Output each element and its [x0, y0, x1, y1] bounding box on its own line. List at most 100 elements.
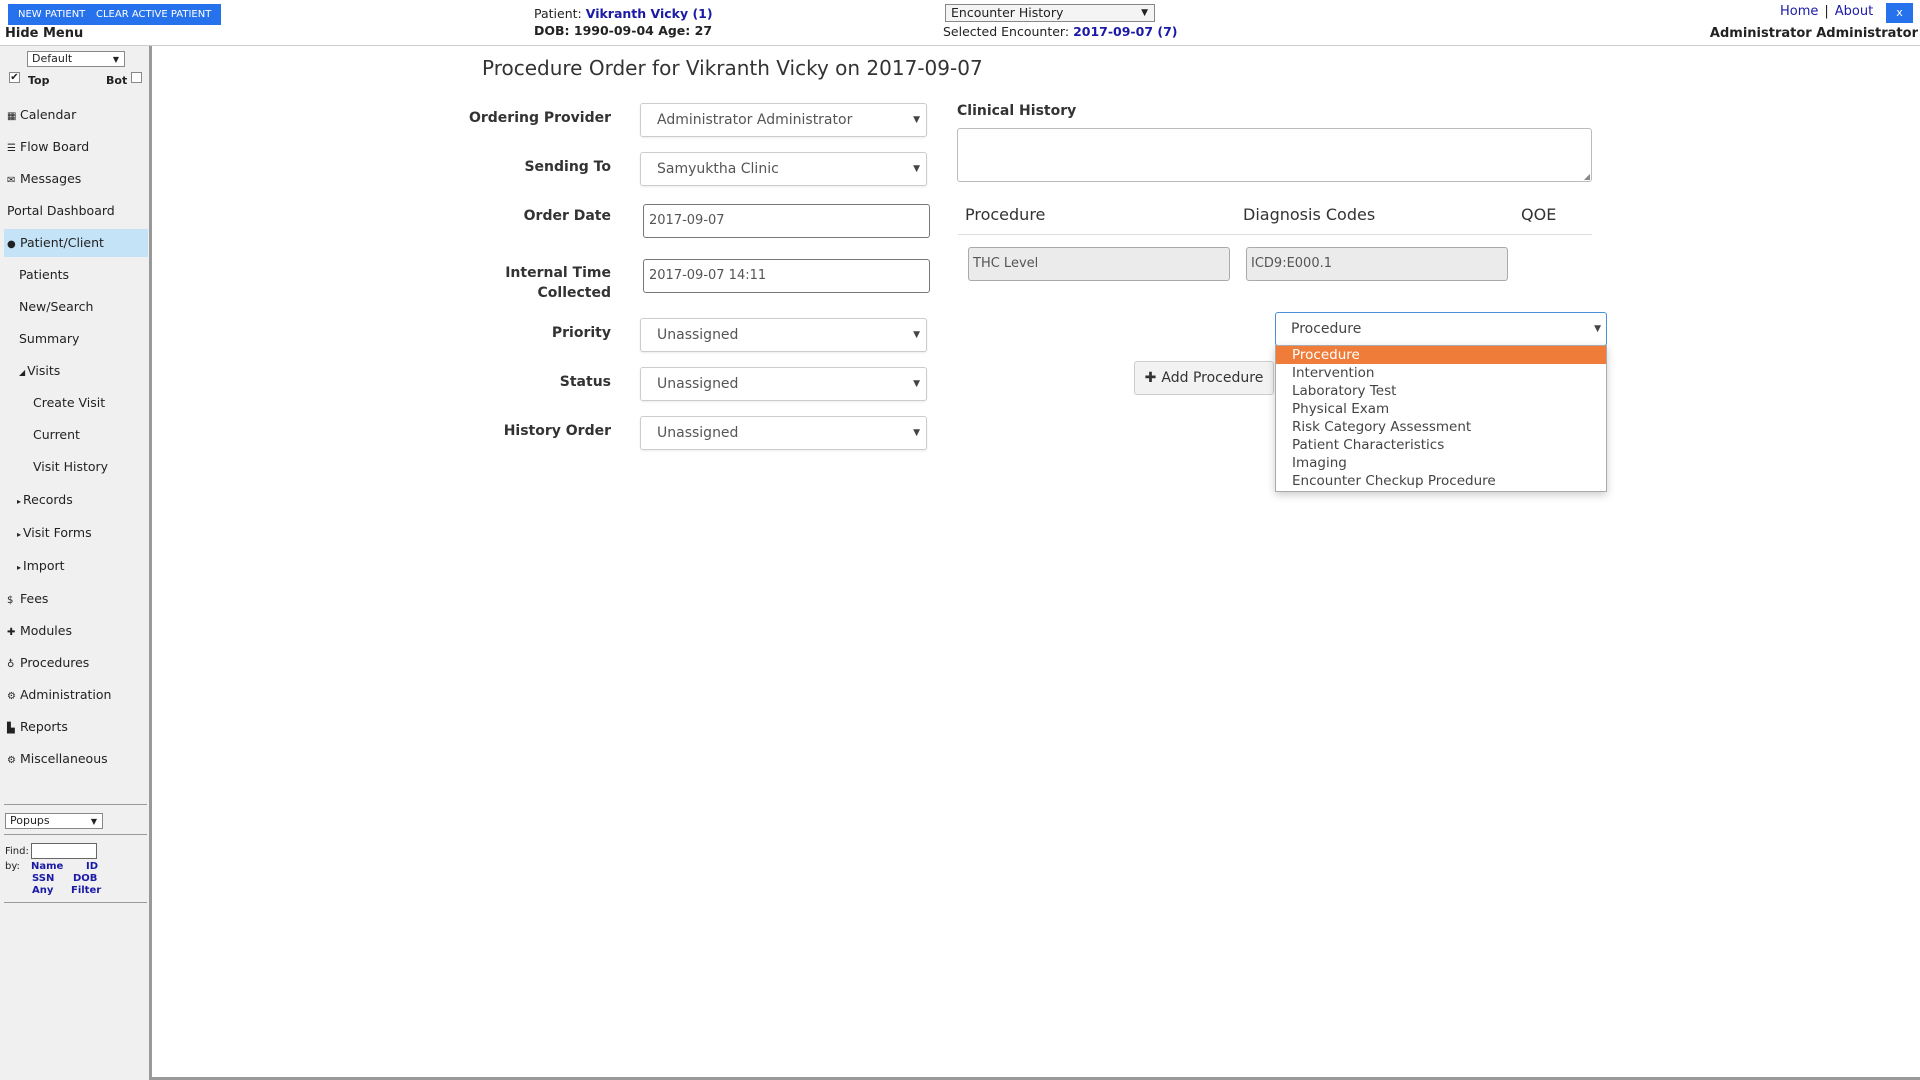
sidebar-item-import[interactable]: ▸ Import: [4, 552, 148, 580]
patient-name-link[interactable]: Vikranth Vicky (1): [586, 6, 713, 21]
diagnosis-codes-input[interactable]: ICD9:E000.1: [1246, 247, 1508, 281]
order-date-input[interactable]: 2017-09-07: [643, 204, 930, 238]
dropdown-option-intervention[interactable]: Intervention: [1276, 364, 1606, 382]
find-input[interactable]: [31, 843, 97, 859]
priority-value: Unassigned: [657, 327, 739, 343]
sidebar-item-reports[interactable]: ▙ Reports: [4, 713, 148, 741]
user-name: Administrator Administrator: [1709, 26, 1918, 41]
dropdown-option-physical-exam[interactable]: Physical Exam: [1276, 400, 1606, 418]
sidebar-item-messages[interactable]: ✉ Messages: [4, 165, 148, 193]
resize-grip-icon[interactable]: ◢: [1584, 172, 1590, 181]
popups-select[interactable]: Popups ▼: [5, 813, 103, 829]
bot-checkbox-label: Bot: [106, 74, 128, 87]
sidebar-item-label: Calendar: [20, 107, 77, 122]
menu-set-select[interactable]: Default ▼: [27, 51, 125, 67]
sidebar-item-fees[interactable]: $ Fees: [4, 585, 148, 613]
procedure-type-select[interactable]: Procedure ▼: [1275, 312, 1607, 346]
history-order-select[interactable]: Unassigned ▼: [640, 416, 927, 450]
dropdown-option-patient-characteristics[interactable]: Patient Characteristics: [1276, 436, 1606, 454]
list-icon: ☰: [7, 143, 16, 154]
sidebar-item-portal-dashboard[interactable]: Portal Dashboard: [4, 197, 148, 225]
sidebar-item-miscellaneous[interactable]: ⚙ Miscellaneous: [4, 745, 148, 773]
find-by-dob-link[interactable]: DOB: [73, 873, 97, 884]
ordering-provider-select[interactable]: Administrator Administrator ▼: [640, 103, 927, 137]
find-by-ssn-link[interactable]: SSN: [32, 873, 54, 884]
sidebar-item-label: Procedures: [20, 655, 90, 670]
about-link[interactable]: About: [1835, 4, 1873, 19]
clinical-history-textarea[interactable]: ◢: [957, 128, 1592, 182]
find-by-id-link[interactable]: ID: [86, 861, 98, 872]
sidebar-item-patients[interactable]: Patients: [4, 261, 148, 289]
procedure-column-header: Procedure: [965, 205, 1046, 224]
sidebar-item-label: Modules: [20, 623, 72, 638]
dropdown-option-risk-category-assessment[interactable]: Risk Category Assessment: [1276, 418, 1606, 436]
clear-active-patient-button[interactable]: CLEAR ACTIVE PATIENT: [86, 4, 222, 25]
popups-select-value: Popups: [10, 814, 50, 827]
internal-time-label-line-2: Collected: [537, 285, 612, 301]
sidebar-item-modules[interactable]: ✚ Modules: [4, 617, 148, 645]
dollar-icon: $: [7, 595, 14, 606]
hide-menu-toggle[interactable]: Hide Menu: [5, 26, 83, 41]
menu-set-value: Default: [32, 52, 73, 65]
find-filter-link[interactable]: Filter: [71, 885, 101, 896]
ordering-provider-value: Administrator Administrator: [657, 112, 853, 128]
sidebar-item-label: Current: [33, 427, 80, 442]
procedure-type-dropdown: Procedure Intervention Laboratory Test P…: [1275, 345, 1607, 492]
status-select[interactable]: Unassigned ▼: [640, 367, 927, 401]
new-patient-button[interactable]: NEW PATIENT: [8, 4, 96, 25]
chevron-down-icon: ▼: [913, 379, 920, 389]
diagnosis-codes-column-header: Diagnosis Codes: [1243, 205, 1376, 224]
sidebar-item-calendar[interactable]: ▦ Calendar: [4, 101, 148, 129]
dropdown-option-encounter-checkup-procedure[interactable]: Encounter Checkup Procedure: [1276, 472, 1606, 490]
find-by-any-link[interactable]: Any: [32, 885, 53, 896]
add-procedure-button[interactable]: ✚ Add Procedure: [1134, 361, 1274, 395]
internal-time-collected-input[interactable]: 2017-09-07 14:11: [643, 259, 930, 293]
table-header-divider: [958, 234, 1592, 235]
sidebar-item-visit-forms[interactable]: ▸ Visit Forms: [4, 519, 148, 547]
home-link[interactable]: Home: [1780, 4, 1818, 19]
clinical-history-label: Clinical History: [957, 103, 1077, 119]
chevron-down-icon: ▼: [1141, 8, 1148, 18]
close-button[interactable]: x: [1886, 3, 1913, 23]
chevron-down-icon: ▼: [913, 330, 920, 340]
find-label: Find:: [5, 846, 29, 857]
order-date-label: Order Date: [523, 208, 611, 224]
priority-select[interactable]: Unassigned ▼: [640, 318, 927, 352]
procedure-input[interactable]: THC Level: [968, 247, 1230, 281]
sidebar-item-procedures[interactable]: ♁ Procedures: [4, 649, 148, 677]
sidebar-item-label: Visit Forms: [23, 525, 92, 540]
selected-encounter: Selected Encounter: 2017-09-07 (7): [943, 24, 1178, 39]
selected-encounter-link[interactable]: 2017-09-07 (7): [1073, 24, 1177, 39]
dropdown-option-procedure[interactable]: Procedure: [1276, 346, 1606, 364]
bot-checkbox[interactable]: [131, 72, 142, 83]
encounter-history-select[interactable]: Encounter History ▼: [945, 4, 1155, 22]
sidebar-item-label: Import: [23, 558, 65, 573]
sidebar-item-new-search[interactable]: New/Search: [4, 293, 148, 321]
sidebar-item-create-visit[interactable]: Create Visit: [4, 389, 148, 417]
find-by-name-link[interactable]: Name: [31, 861, 63, 872]
sidebar-item-label: Miscellaneous: [20, 751, 108, 766]
top-checkbox[interactable]: ✔: [9, 72, 20, 83]
sidebar-item-current[interactable]: Current: [4, 421, 148, 449]
status-label: Status: [559, 374, 611, 390]
sending-to-value: Samyuktha Clinic: [657, 161, 779, 177]
sidebar-item-administration[interactable]: ⚙ Administration: [4, 681, 148, 709]
top-links: Home | About: [1780, 4, 1873, 19]
sidebar-item-label: Visit History: [33, 459, 109, 474]
sending-to-select[interactable]: Samyuktha Clinic ▼: [640, 152, 927, 186]
encounter-select-value: Encounter History: [951, 5, 1064, 20]
dropdown-option-imaging[interactable]: Imaging: [1276, 454, 1606, 472]
sidebar-item-records[interactable]: ▸ Records: [4, 486, 148, 514]
sidebar-item-visits[interactable]: ◢ Visits: [4, 357, 148, 385]
sidebar-item-label: Create Visit: [33, 395, 106, 410]
sidebar-item-flow-board[interactable]: ☰ Flow Board: [4, 133, 148, 161]
sidebar-item-label: Patients: [19, 267, 70, 282]
sidebar-item-summary[interactable]: Summary: [4, 325, 148, 353]
status-value: Unassigned: [657, 376, 739, 392]
sidebar-item-label: Patient/Client: [20, 235, 104, 250]
sidebar-item-patient-client[interactable]: ● Patient/Client: [4, 229, 148, 257]
sidebar: Default ▼ ✔ Top Bot ▦ Calendar ☰ Flow Boar…: [0, 46, 152, 1080]
sidebar-item-visit-history[interactable]: Visit History: [4, 453, 148, 481]
sidebar-item-label: Summary: [19, 331, 80, 346]
dropdown-option-laboratory-test[interactable]: Laboratory Test: [1276, 382, 1606, 400]
